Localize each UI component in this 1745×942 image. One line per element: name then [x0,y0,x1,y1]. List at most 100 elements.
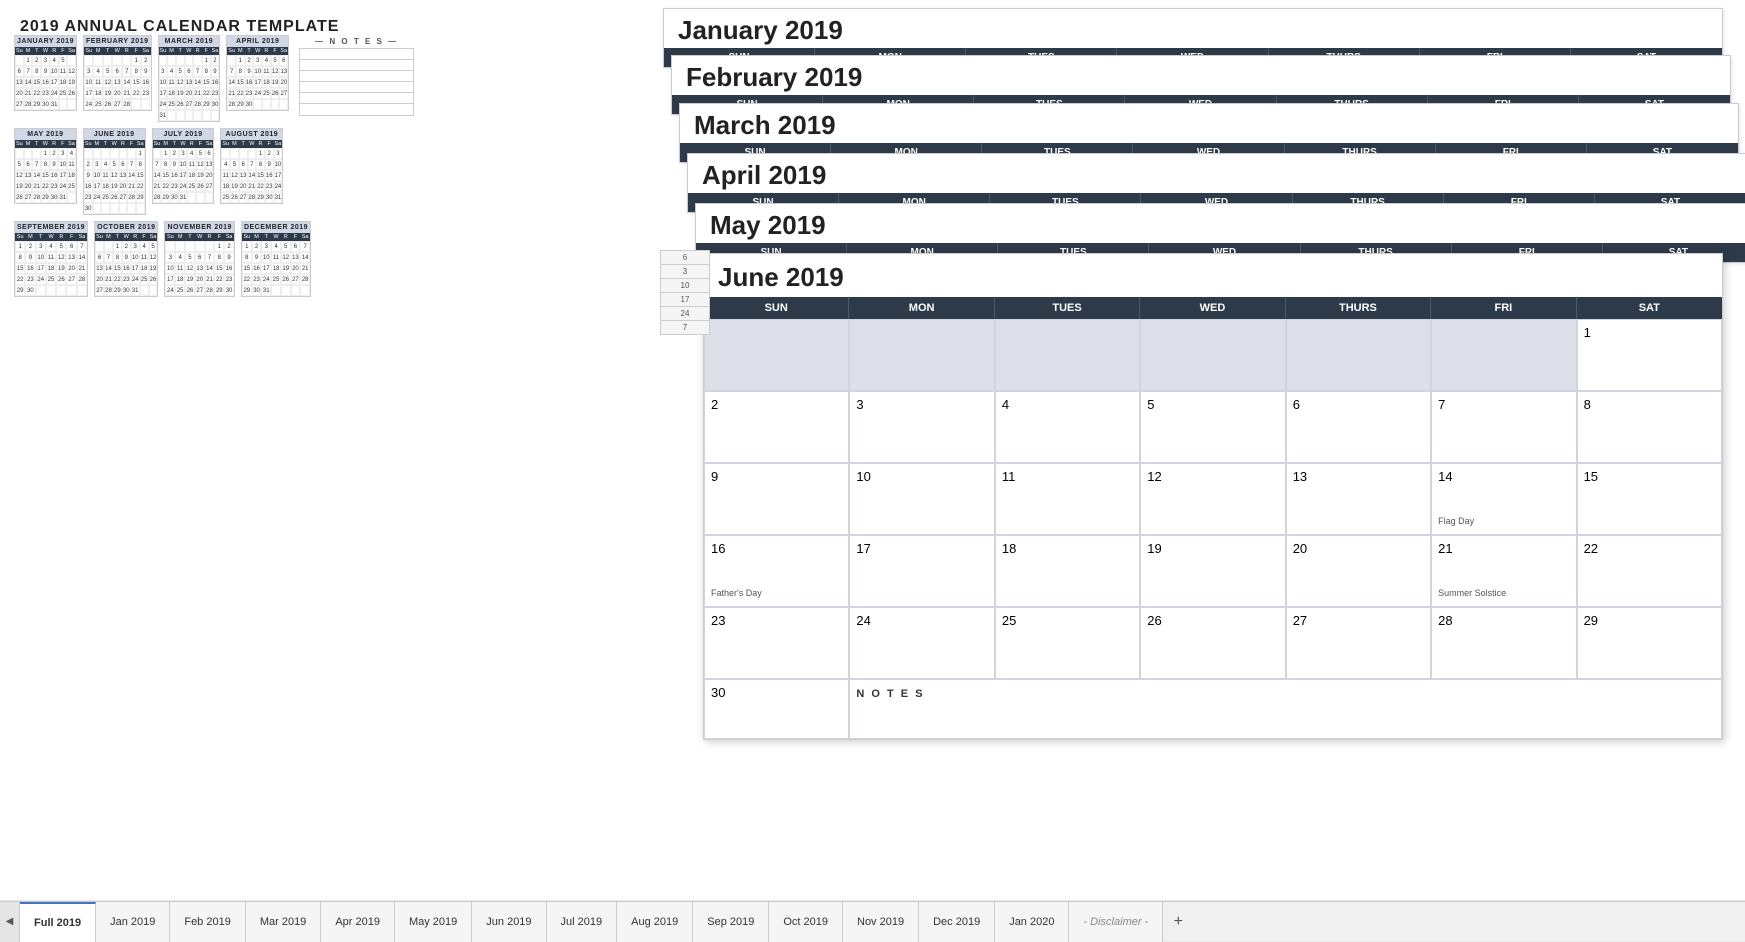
mini-cal-mar-body: 12 3456789 10111213141516 17181920212223… [159,55,220,121]
cal-cell-20: 20 [1286,535,1431,607]
cal-cell-6: 6 [1286,391,1431,463]
mini-cal-sep: SEPTEMBER 2019 SuMTWRFSa 1234567 8910111… [14,221,88,297]
notes-panel-top: — N O T E S — [299,35,414,116]
cal-cell-26: 26 [1140,607,1285,679]
cal-cell-10: 10 [849,463,994,535]
tab-aug2019[interactable]: Aug 2019 [617,902,693,942]
mini-cal-mar: MARCH 2019 SuMTWRFSa 12 3456789 10111213… [158,35,221,122]
cal-cell-28: 28 [1431,607,1576,679]
tab-jul2019[interactable]: Jul 2019 [547,902,618,942]
large-cal-apr-title: April 2019 [688,154,1745,193]
cal-cell-4: 4 [995,391,1140,463]
mini-cal-apr-header: SuMTWRFSa [227,47,288,55]
tab-feb2019[interactable]: Feb 2019 [170,902,245,942]
cal-cell-14: 14Flag Day [1431,463,1576,535]
mini-cal-jan-body: 12345 6789101112 13141516171819 20212223… [15,55,76,110]
cal-cell-empty [995,319,1140,391]
tab-sep2019[interactable]: Sep 2019 [693,902,769,942]
cal-notes-footer: N O T E S [849,679,1722,739]
cal-cell-22: 22 [1577,535,1722,607]
mini-cal-oct: OCTOBER 2019 SuMTWRFSa 12345 6789101112 … [94,221,158,297]
cal-cell-24: 24 [849,607,994,679]
notes-line [300,104,413,115]
notes-line [300,49,413,60]
tab-oct2019[interactable]: Oct 2019 [769,902,843,942]
notes-lines-top [299,48,414,116]
cal-cell-12: 12 [1140,463,1285,535]
small-cal-row-2: MAY 2019 SuMTWRFSa 1234 567891011 121314… [14,128,654,215]
week-sidebar: 6 3 10 17 24 7 [660,250,710,335]
mini-cal-jan-header: SuMTWRFSa [15,47,76,55]
cal-cell-7: 7 [1431,391,1576,463]
mini-cal-apr-body: 123456 78910111213 14151617181920 212223… [227,55,288,110]
cal-cell-1: 1 [1577,319,1722,391]
mini-cal-dec: DECEMBER 2019 SuMTWRFSa 1234567 89101112… [241,221,311,297]
mini-cal-jan: JANUARY 2019 SuMTWRFSa 12345 6789101112 … [14,35,77,111]
cal-cell-23: 23 [704,607,849,679]
mini-cal-jul: JULY 2019 SuMTWRFSa 123456 78910111213 1… [152,128,215,204]
tab-full2019[interactable]: Full 2019 [20,902,96,942]
mini-cal-jan-title: JANUARY 2019 [15,36,76,47]
cal-cell-13: 13 [1286,463,1431,535]
cal-cell-25: 25 [995,607,1140,679]
mini-cal-apr: APRIL 2019 SuMTWRFSa 123456 78910111213 … [226,35,289,111]
large-cal-jan-title: January 2019 [664,9,1722,48]
tab-nov2019[interactable]: Nov 2019 [843,902,919,942]
cal-cell-16: 16Father's Day [704,535,849,607]
large-cal-jun-title: June 2019 [704,254,1722,297]
small-cal-row-3: SEPTEMBER 2019 SuMTWRFSa 1234567 8910111… [14,221,654,297]
tab-jan2019[interactable]: Jan 2019 [96,902,170,942]
mini-cal-aug: AUGUST 2019 SuMTWRFSa 123 45678910 11121… [220,128,283,204]
mini-cal-feb-title: FEBRUARY 2019 [84,36,151,47]
tab-bar: ◀ Full 2019 Jan 2019 Feb 2019 Mar 2019 A… [0,901,1745,941]
tab-jan2020[interactable]: Jan 2020 [995,902,1069,942]
tab-add-button[interactable]: + [1163,902,1193,942]
mini-cal-may: MAY 2019 SuMTWRFSa 1234 567891011 121314… [14,128,77,204]
cal-cell-19: 19 [1140,535,1285,607]
cal-cell-empty [1140,319,1285,391]
cal-cell-2: 2 [704,391,849,463]
mini-cal-nov: NOVEMBER 2019 SuMTWRFSa 12 3456789 10111… [164,221,234,297]
large-cal-feb-title: February 2019 [672,56,1730,95]
cal-cell-18: 18 [995,535,1140,607]
tab-scroll-left[interactable]: ◀ [0,902,20,942]
mini-cal-mar-header: SuMTWRFSa [159,47,220,55]
tab-jun2019[interactable]: Jun 2019 [472,902,546,942]
small-cal-row-1: JANUARY 2019 SuMTWRFSa 12345 6789101112 … [14,35,654,122]
tab-disclaimer[interactable]: - Disclaimer - [1069,902,1163,942]
tab-mar2019[interactable]: Mar 2019 [246,902,321,942]
mini-cal-feb-header: SuMTWRFSa [84,47,151,55]
notes-label-top: — N O T E S — [299,35,414,48]
notes-line [300,60,413,71]
mini-cal-mar-title: MARCH 2019 [159,36,220,47]
cal-cell-empty [1431,319,1576,391]
large-cal-jun-body: 1 2 3 4 5 6 7 8 9 10 11 12 13 14Flag Day… [704,319,1722,739]
cal-cell-empty [704,319,849,391]
large-cal-mar-title: March 2019 [680,104,1738,143]
cal-cell-30: 30 [704,679,849,739]
cal-cell-empty [849,319,994,391]
mini-cal-feb: FEBRUARY 2019 SuMTWRFSa 12 3456789 10111… [83,35,152,111]
cal-cell-8: 8 [1577,391,1722,463]
tab-may2019[interactable]: May 2019 [395,902,472,942]
mini-cal-jun: JUNE 2019 SuMTWRFSa 1 2345678 9101112131… [83,128,146,215]
cal-cell-11: 11 [995,463,1140,535]
page-title: 2019 ANNUAL CALENDAR TEMPLATE [20,18,339,36]
cal-cell-21: 21Summer Solstice [1431,535,1576,607]
large-cal-may-title: May 2019 [696,204,1745,243]
tab-apr2019[interactable]: Apr 2019 [321,902,395,942]
small-calendars-panel: JANUARY 2019 SuMTWRFSa 12345 6789101112 … [14,35,654,297]
cal-cell-15: 15 [1577,463,1722,535]
main-area: 2019 ANNUAL CALENDAR TEMPLATE JANUARY 20… [0,0,1745,900]
cal-cell-empty [1286,319,1431,391]
notes-line [300,82,413,93]
cal-cell-9: 9 [704,463,849,535]
cal-cell-5: 5 [1140,391,1285,463]
cal-cell-29: 29 [1577,607,1722,679]
mini-cal-feb-body: 12 3456789 10111213141516 17181920212223… [84,55,151,110]
large-cal-jun-header: SUN MON TUES WED THURS FRI SAT [704,297,1722,319]
notes-line [300,93,413,104]
mini-cal-apr-title: APRIL 2019 [227,36,288,47]
large-cal-jun: June 2019 SUN MON TUES WED THURS FRI SAT… [703,253,1723,740]
tab-dec2019[interactable]: Dec 2019 [919,902,995,942]
